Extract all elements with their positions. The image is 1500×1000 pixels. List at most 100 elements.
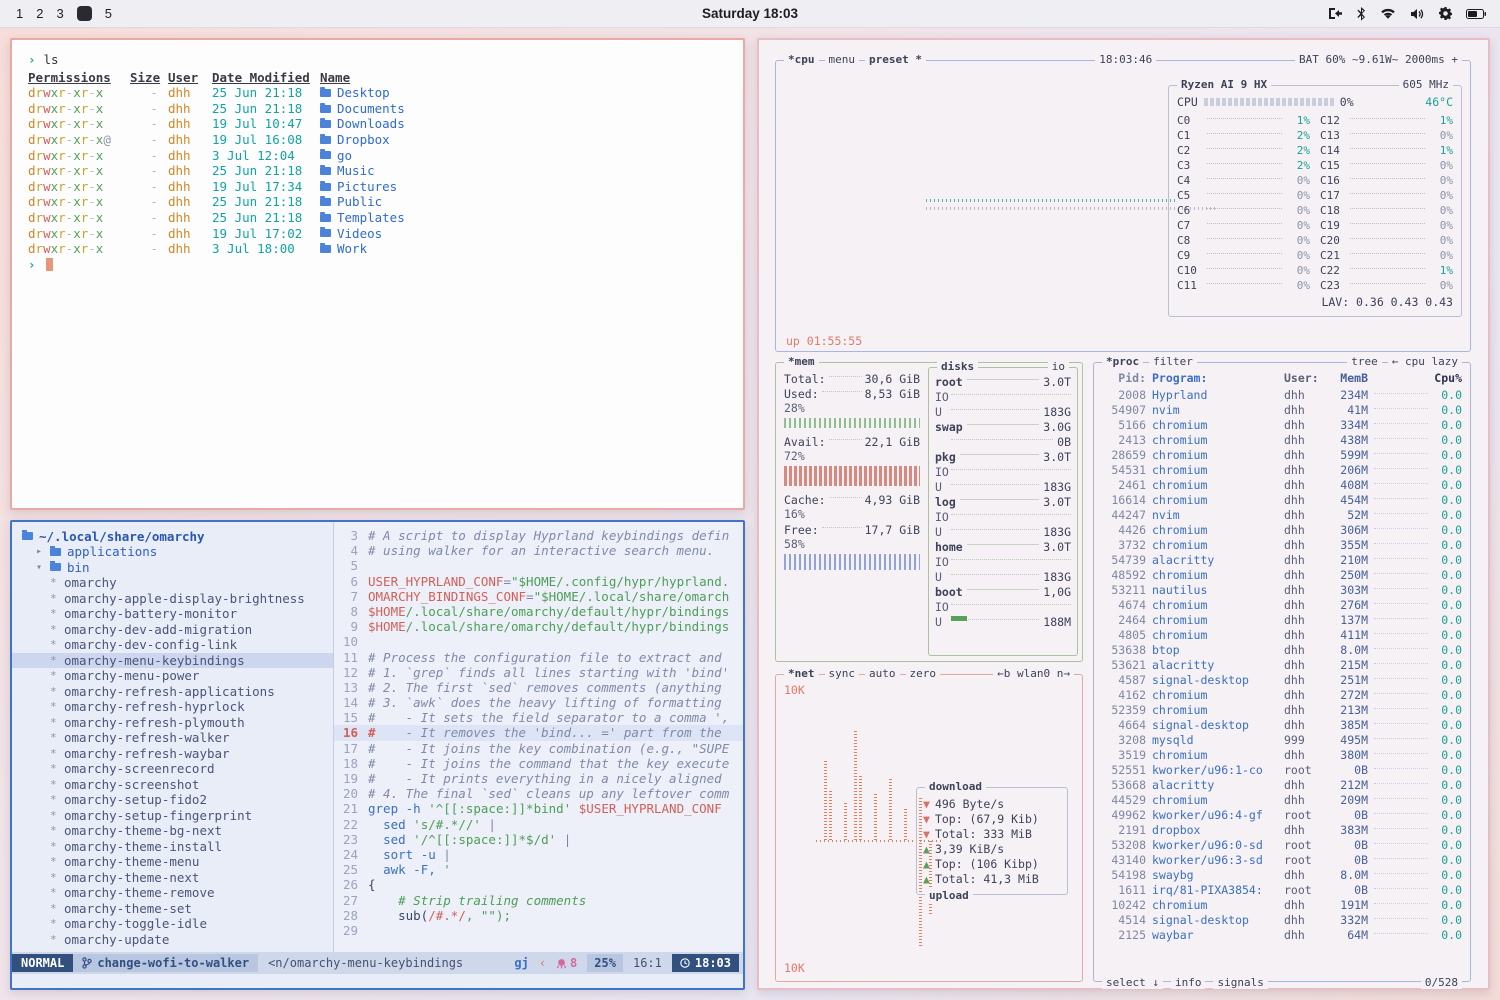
process-row[interactable]: 53638btopdhh8.0M0.0 bbox=[1102, 642, 1462, 657]
process-row[interactable]: 2125waybardhh64M0.0 bbox=[1102, 927, 1462, 942]
tree-item[interactable]: *omarchy-refresh-plymouth bbox=[12, 715, 333, 731]
process-row[interactable]: 54198swaybgdhh8.0M0.0 bbox=[1102, 867, 1462, 882]
chip-info[interactable]: info bbox=[1171, 976, 1206, 989]
tree-item[interactable]: ▸applications bbox=[12, 544, 333, 560]
chip-select[interactable]: select ↓ bbox=[1102, 976, 1163, 989]
process-row[interactable]: 16614chromiumdhh454M0.0 bbox=[1102, 492, 1462, 507]
chip-cpu[interactable]: *cpu bbox=[784, 53, 819, 66]
tree-root[interactable]: ~/.local/share/omarchy bbox=[12, 528, 333, 544]
tree-item[interactable]: *omarchy-update bbox=[12, 932, 333, 948]
chip-filter[interactable]: filter bbox=[1149, 355, 1197, 368]
process-row[interactable]: 52359chromiumdhh213M0.0 bbox=[1102, 702, 1462, 717]
chip-proc[interactable]: *proc bbox=[1102, 355, 1143, 368]
process-row[interactable]: 4162chromiumdhh272M0.0 bbox=[1102, 687, 1462, 702]
tree-item[interactable]: *omarchy-screenrecord bbox=[12, 761, 333, 777]
process-row[interactable]: 2413chromiumdhh438M0.0 bbox=[1102, 432, 1462, 447]
process-row[interactable]: 54531chromiumdhh206M0.0 bbox=[1102, 462, 1462, 477]
process-row[interactable]: 10242chromiumdhh191M0.0 bbox=[1102, 897, 1462, 912]
chip-cpu-lazy[interactable]: ← cpu lazy bbox=[1388, 355, 1462, 368]
terminal-window[interactable]: › ls Permissions Size User Date Modified… bbox=[10, 38, 745, 510]
process-row[interactable]: 4674chromiumdhh276M0.0 bbox=[1102, 597, 1462, 612]
chip-sync[interactable]: sync bbox=[825, 667, 860, 680]
col-program[interactable]: Program: bbox=[1152, 371, 1278, 385]
btop-window[interactable]: *cpumenupreset * 18:03:46 BAT 60% ~9.61W… bbox=[757, 38, 1490, 990]
tree-item[interactable]: *omarchy-theme-install bbox=[12, 839, 333, 855]
editor-window[interactable]: ~/.local/share/omarchy ▸applications▾bin… bbox=[10, 520, 745, 990]
process-row[interactable]: 4587signal-desktopdhh251M0.0 bbox=[1102, 672, 1462, 687]
col-pid[interactable]: Pid: bbox=[1102, 371, 1146, 385]
tree-item[interactable]: *omarchy-refresh-waybar bbox=[12, 746, 333, 762]
tree-item[interactable]: *omarchy-theme-next bbox=[12, 870, 333, 886]
process-row[interactable]: 53211nautilusdhh303M0.0 bbox=[1102, 582, 1462, 597]
chip-auto[interactable]: auto bbox=[865, 667, 900, 680]
process-row[interactable]: 2461chromiumdhh408M0.0 bbox=[1102, 477, 1462, 492]
process-row[interactable]: 2464chromiumdhh137M0.0 bbox=[1102, 612, 1462, 627]
tree-item[interactable]: *omarchy-refresh-hyprlock bbox=[12, 699, 333, 715]
tree-item[interactable]: *omarchy-menu-keybindings bbox=[12, 653, 333, 669]
wifi-icon[interactable] bbox=[1380, 8, 1396, 20]
volume-icon[interactable] bbox=[1410, 8, 1425, 20]
process-row[interactable]: 3732chromiumdhh355M0.0 bbox=[1102, 537, 1462, 552]
process-row[interactable]: 2191dropboxdhh383M0.0 bbox=[1102, 822, 1462, 837]
col-memb[interactable]: MemB bbox=[1326, 371, 1368, 385]
process-row[interactable]: 43140kworker/u96:3-sdroot0B0.0 bbox=[1102, 852, 1462, 867]
chip-tree[interactable]: tree bbox=[1347, 355, 1382, 368]
tree-item[interactable]: ▾bin bbox=[12, 560, 333, 576]
logout-icon[interactable] bbox=[1328, 7, 1343, 20]
bluetooth-icon[interactable] bbox=[1357, 7, 1366, 21]
gear-icon[interactable] bbox=[1439, 7, 1452, 20]
chip-preset[interactable]: preset * bbox=[865, 53, 926, 66]
battery-icon[interactable] bbox=[1466, 9, 1486, 19]
process-row[interactable]: 54907nvimdhh41M0.0 bbox=[1102, 402, 1462, 417]
chip-signals[interactable]: signals bbox=[1213, 976, 1267, 989]
process-row[interactable]: 4664signal-desktopdhh385M0.0 bbox=[1102, 717, 1462, 732]
code-panel[interactable]: 3# A script to display Hyprland keybindi… bbox=[334, 522, 743, 952]
tree-item[interactable]: *omarchy-setup-fingerprint bbox=[12, 808, 333, 824]
tree-item[interactable]: *omarchy-apple-display-brightness bbox=[12, 591, 333, 607]
tree-item[interactable]: *omarchy-toggle-idle bbox=[12, 916, 333, 932]
chip-zero[interactable]: zero bbox=[906, 667, 941, 680]
process-row[interactable]: 4805chromiumdhh411M0.0 bbox=[1102, 627, 1462, 642]
tree-item[interactable]: *omarchy-dev-config-link bbox=[12, 637, 333, 653]
disks-tab[interactable]: disks bbox=[937, 360, 978, 373]
process-row[interactable]: 48592chromiumdhh250M0.0 bbox=[1102, 567, 1462, 582]
process-row[interactable]: 54739alacrittydhh210M0.0 bbox=[1102, 552, 1462, 567]
tree-item[interactable]: *omarchy-theme-bg-next bbox=[12, 823, 333, 839]
process-row[interactable]: 5166chromiumdhh334M0.0 bbox=[1102, 417, 1462, 432]
process-row[interactable]: 49962kworker/u96:4-gfroot0B0.0 bbox=[1102, 807, 1462, 822]
col-cpu[interactable]: Cpu% bbox=[1434, 371, 1462, 385]
tree-item[interactable]: *omarchy-screenshot bbox=[12, 777, 333, 793]
process-row[interactable]: 53621alacrittydhh215M0.0 bbox=[1102, 657, 1462, 672]
tree-item[interactable]: *omarchy-theme-remove bbox=[12, 885, 333, 901]
tree-item[interactable]: *omarchy-battery-monitor bbox=[12, 606, 333, 622]
tree-item[interactable]: *omarchy-theme-menu bbox=[12, 854, 333, 870]
tree-item[interactable]: *omarchy-refresh-walker bbox=[12, 730, 333, 746]
prompt-line-2[interactable]: › bbox=[28, 257, 727, 273]
process-row[interactable]: 4426chromiumdhh306M0.0 bbox=[1102, 522, 1462, 537]
process-row[interactable]: 44529chromiumdhh209M0.0 bbox=[1102, 792, 1462, 807]
process-row[interactable]: 44247nvimdhh52M0.0 bbox=[1102, 507, 1462, 522]
process-row[interactable]: 2008Hyprlanddhh234M0.0 bbox=[1102, 387, 1462, 402]
battery-status-chip[interactable]: BAT 60% ~9.61W~ 2000ms + bbox=[1295, 53, 1462, 66]
col-user[interactable]: User: bbox=[1284, 371, 1320, 385]
tree-item[interactable]: *omarchy-refresh-applications bbox=[12, 684, 333, 700]
process-row[interactable]: 4514signal-desktopdhh332M0.0 bbox=[1102, 912, 1462, 927]
tree-item[interactable]: *omarchy-menu-power bbox=[12, 668, 333, 684]
tree-item[interactable]: *omarchy bbox=[12, 575, 333, 591]
process-row[interactable]: 53208kworker/u96:0-sdroot0B0.0 bbox=[1102, 837, 1462, 852]
process-row[interactable]: 28659chromiumdhh599M0.0 bbox=[1102, 447, 1462, 462]
chip-net[interactable]: *net bbox=[784, 667, 819, 680]
process-row[interactable]: 3208mysqld999495M0.0 bbox=[1102, 732, 1462, 747]
chip-menu[interactable]: menu bbox=[825, 53, 860, 66]
process-row[interactable]: 3519chromiumdhh380M0.0 bbox=[1102, 747, 1462, 762]
process-row[interactable]: 52551kworker/u96:1-coroot0B0.0 bbox=[1102, 762, 1462, 777]
process-row[interactable]: 1611irq/81-PIXA3854:root0B0.0 bbox=[1102, 882, 1462, 897]
file-size: - bbox=[130, 179, 158, 195]
io-tab[interactable]: io bbox=[1048, 360, 1069, 373]
process-row[interactable]: 53668alacrittydhh212M0.0 bbox=[1102, 777, 1462, 792]
net-interface-chip[interactable]: ←b wlan0 n→ bbox=[993, 667, 1074, 680]
tree-item[interactable]: *omarchy-theme-set bbox=[12, 901, 333, 917]
tree-item[interactable]: *omarchy-setup-fido2 bbox=[12, 792, 333, 808]
tree-item[interactable]: *omarchy-dev-add-migration bbox=[12, 622, 333, 638]
mem-box-tab[interactable]: *mem bbox=[784, 355, 819, 368]
